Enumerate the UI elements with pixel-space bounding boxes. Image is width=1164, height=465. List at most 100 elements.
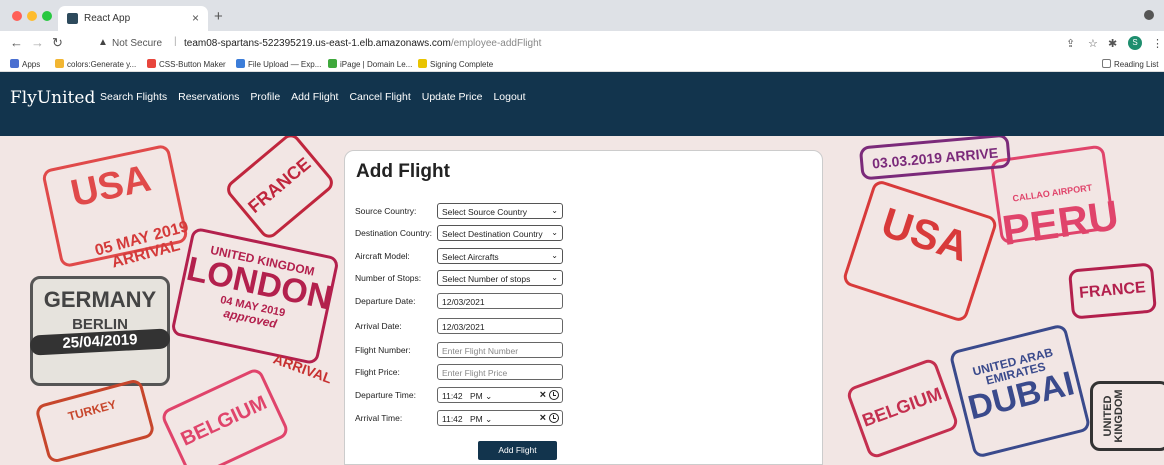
close-tab-icon[interactable]: × xyxy=(192,11,199,25)
chevron-down-icon: ⌄ xyxy=(551,251,558,260)
arrival-time-picker[interactable]: 11:42 PM ⌄ × xyxy=(437,410,563,426)
flight-number-placeholder: Enter Flight Number xyxy=(442,346,519,356)
add-flight-card: Add Flight Source Country: Select Source… xyxy=(344,150,823,465)
clear-icon[interactable]: × xyxy=(540,389,546,401)
nav-add-flight[interactable]: Add Flight xyxy=(291,91,338,103)
css-icon xyxy=(147,59,156,68)
departure-date-field[interactable]: 12/03/2021 xyxy=(437,293,563,309)
aircraft-model-value: Select Aircrafts xyxy=(442,252,499,262)
stamp-france: FRANCE xyxy=(223,136,337,242)
aircraft-model-row: Aircraft Model: Select Aircrafts ⌄ xyxy=(355,248,815,266)
arrival-time-value: 11:42 xyxy=(442,414,463,424)
new-tab-icon[interactable]: + xyxy=(214,8,223,25)
nav-links: Search Flights Reservations Profile Add … xyxy=(100,91,526,103)
reload-icon[interactable]: ↻ xyxy=(52,35,63,51)
stamp-text: FRANCE xyxy=(244,153,315,217)
forward-icon[interactable]: → xyxy=(31,35,44,50)
url-domain: team08-spartans-522395219.us-east-1.elb.… xyxy=(184,38,451,49)
browser-tab[interactable]: React App × xyxy=(58,6,208,31)
chevron-down-icon: ⌄ xyxy=(551,206,558,215)
bookmark-label: File Upload — Exp... xyxy=(248,60,322,69)
apps-grid-icon xyxy=(10,59,19,68)
source-country-row: Source Country: Select Source Country ⌄ xyxy=(355,203,815,221)
departure-date-row: Departure Date: 12/03/2021 xyxy=(355,293,815,311)
address-bar[interactable]: ▲ Not Secure | team08-spartans-522395219… xyxy=(94,34,1094,53)
number-of-stops-select[interactable]: Select Number of stops ⌄ xyxy=(437,270,563,286)
destination-country-select[interactable]: Select Destination Country ⌄ xyxy=(437,225,563,241)
source-country-select[interactable]: Select Source Country ⌄ xyxy=(437,203,563,219)
bookmark-colors[interactable]: colors:Generate y... xyxy=(55,59,136,69)
destination-country-row: Destination Country: Select Destination … xyxy=(355,225,815,243)
profile-avatar[interactable]: S xyxy=(1128,36,1142,50)
reading-list[interactable]: Reading List xyxy=(1102,59,1158,69)
departure-time-value: 11:42 xyxy=(442,391,463,401)
maximize-window-button[interactable] xyxy=(42,11,52,21)
aircraft-model-label: Aircraft Model: xyxy=(355,251,410,261)
browser-tab-strip: React App × + xyxy=(0,0,1164,31)
url-path: /employee-addFlight xyxy=(450,38,542,49)
add-flight-submit-button[interactable]: Add Flight xyxy=(478,441,557,460)
stamp-france-right: FRANCE xyxy=(1067,262,1158,320)
bookmark-star-icon[interactable]: ☆ xyxy=(1088,37,1098,50)
stamp-uk-right: UNITED KINGDOM xyxy=(1090,381,1164,451)
arrival-time-label: Arrival Time: xyxy=(355,413,403,423)
departure-date-label: Departure Date: xyxy=(355,296,416,306)
kebab-menu-icon[interactable]: ⋮ xyxy=(1152,37,1163,50)
nav-update-price[interactable]: Update Price xyxy=(422,91,483,103)
tab-title: React App xyxy=(84,13,131,24)
number-of-stops-value: Select Number of stops xyxy=(442,274,531,284)
app-navbar: FlyUnited Search Flights Reservations Pr… xyxy=(0,72,1164,136)
stamp-dubai: UNITED ARAB EMIRATES DUBAI xyxy=(948,323,1092,459)
departure-ampm-select[interactable]: PM ⌄ xyxy=(470,391,492,402)
clock-icon[interactable] xyxy=(549,390,559,400)
brand-logo[interactable]: FlyUnited xyxy=(10,88,95,108)
file-upload-icon xyxy=(236,59,245,68)
bookmark-label: CSS-Button Maker xyxy=(159,60,226,69)
minimize-window-button[interactable] xyxy=(27,11,37,21)
nav-logout[interactable]: Logout xyxy=(493,91,525,103)
arrival-date-label: Arrival Date: xyxy=(355,321,402,331)
clock-icon[interactable] xyxy=(549,413,559,423)
extensions-icon[interactable]: ✱ xyxy=(1108,37,1117,50)
react-favicon-icon xyxy=(67,13,78,24)
colors-icon xyxy=(55,59,64,68)
clear-icon[interactable]: × xyxy=(540,412,546,424)
flight-price-row: Flight Price: Enter Flight Price xyxy=(355,364,815,382)
bookmark-css-button[interactable]: CSS-Button Maker xyxy=(147,59,226,69)
bookmark-signing[interactable]: Signing Complete xyxy=(418,59,493,69)
number-of-stops-row: Number of Stops: Select Number of stops ⌄ xyxy=(355,270,815,288)
arrival-date-field[interactable]: 12/03/2021 xyxy=(437,318,563,334)
reading-list-icon xyxy=(1102,59,1111,68)
source-country-label: Source Country: xyxy=(355,206,417,216)
destination-country-value: Select Destination Country xyxy=(442,229,543,239)
bookmark-label: Apps xyxy=(22,60,41,69)
bookmark-apps[interactable]: Apps xyxy=(10,59,40,69)
stamp-text: USA xyxy=(875,198,975,271)
reading-list-label: Reading List xyxy=(1114,60,1159,69)
nav-search-flights[interactable]: Search Flights xyxy=(100,91,167,103)
flight-price-input[interactable]: Enter Flight Price xyxy=(437,364,563,380)
form-title: Add Flight xyxy=(356,161,450,182)
back-icon[interactable]: ← xyxy=(10,35,23,50)
warning-icon: ▲ xyxy=(98,37,108,48)
close-window-button[interactable] xyxy=(12,11,22,21)
arrival-ampm-select[interactable]: PM ⌄ xyxy=(470,414,492,425)
nav-reservations[interactable]: Reservations xyxy=(178,91,239,103)
bookmark-file-upload[interactable]: File Upload — Exp... xyxy=(236,59,321,69)
departure-time-row: Departure Time: 11:42 PM ⌄ × xyxy=(355,387,815,405)
share-icon[interactable]: ⇪ xyxy=(1066,37,1075,50)
flight-number-label: Flight Number: xyxy=(355,345,411,355)
stamp-text: UNITED KINGDOM xyxy=(1102,389,1125,443)
flight-number-input[interactable]: Enter Flight Number xyxy=(437,342,563,358)
departure-time-label: Departure Time: xyxy=(355,390,416,400)
aircraft-model-select[interactable]: Select Aircrafts ⌄ xyxy=(437,248,563,264)
departure-ampm-value: PM xyxy=(470,391,483,401)
nav-profile[interactable]: Profile xyxy=(250,91,280,103)
flight-price-placeholder: Enter Flight Price xyxy=(442,368,508,378)
departure-time-picker[interactable]: 11:42 PM ⌄ × xyxy=(437,387,563,403)
stamp-text: 25/04/2019 xyxy=(62,331,138,352)
nav-cancel-flight[interactable]: Cancel Flight xyxy=(349,91,410,103)
download-icon xyxy=(418,59,427,68)
bookmark-ipage[interactable]: iPage | Domain Le... xyxy=(328,59,412,69)
chrome-menu-icon[interactable] xyxy=(1144,10,1154,20)
